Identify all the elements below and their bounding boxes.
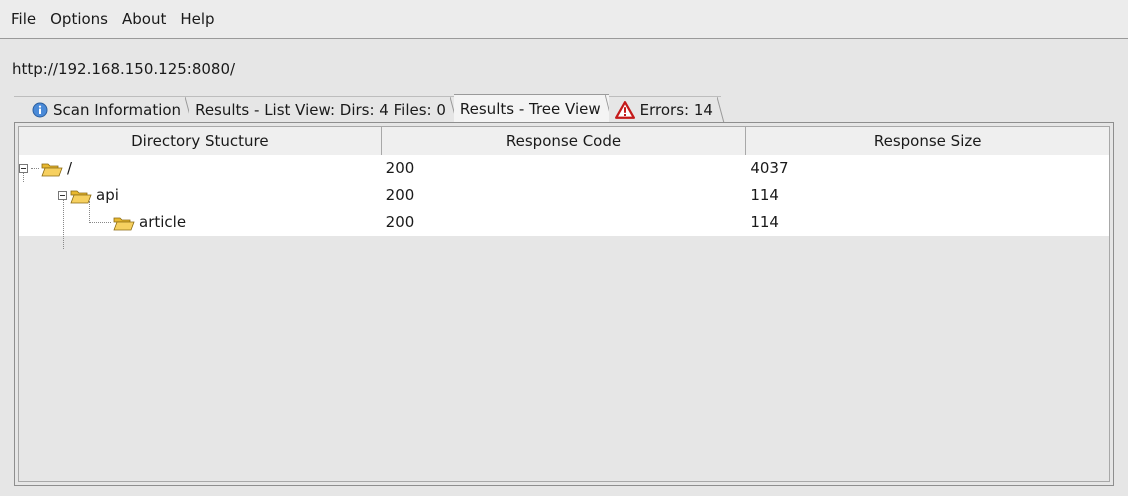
column-header-response-code[interactable]: Response Code [382,127,747,155]
directory-name: / [67,159,73,177]
directory-name: article [139,213,187,231]
tab-bar: Scan Information Results - List View: Di… [14,93,725,123]
response-size-cell: 114 [750,213,779,231]
folder-open-icon [41,163,63,176]
table-row[interactable]: article 200 114 [19,209,1109,236]
tab-results-list-view[interactable]: Results - List View: Dirs: 4 Files: 0 [189,96,458,123]
folder-open-icon [70,190,92,203]
info-icon [32,102,48,118]
tab-label: Errors: 14 [639,101,713,119]
tab-scan-information[interactable]: Scan Information [14,96,193,123]
collapse-toggle-icon[interactable] [19,164,28,173]
response-code-cell: 200 [385,186,415,204]
table-row[interactable]: / 200 4037 [19,155,1109,182]
tab-label: Results - List View: Dirs: 4 Files: 0 [195,101,446,119]
column-header-response-size[interactable]: Response Size [746,127,1109,155]
tree-table: Directory Stucture Response Code Respons… [18,126,1110,482]
tab-results-tree-view[interactable]: Results - Tree View [453,94,612,123]
response-size-cell: 4037 [750,159,789,177]
app-window: File Options About Help http://192.168.1… [0,0,1128,496]
menu-about[interactable]: About [111,0,166,38]
menu-bar: File Options About Help [0,0,1128,39]
menu-help[interactable]: Help [169,0,214,38]
tab-label: Results - Tree View [459,100,601,118]
menu-options[interactable]: Options [39,0,108,38]
tab-label: Scan Information [53,101,182,119]
table-body: / 200 4037 api 200 114 article 200 114 [19,155,1109,249]
collapse-toggle-icon[interactable] [58,191,67,200]
response-code-cell: 200 [385,213,415,231]
folder-open-icon [113,217,135,230]
menu-file[interactable]: File [0,0,36,38]
table-row[interactable]: api 200 114 [19,182,1109,209]
target-url: http://192.168.150.125:8080/ [12,60,236,78]
directory-name: api [96,186,119,204]
response-code-cell: 200 [385,159,415,177]
tab-separator [716,97,725,123]
column-header-directory[interactable]: Directory Stucture [19,127,382,155]
warning-icon [614,101,635,119]
table-header: Directory Stucture Response Code Respons… [19,127,1109,156]
tab-errors[interactable]: Errors: 14 [608,96,725,123]
response-size-cell: 114 [750,186,779,204]
tree-table-panel: Directory Stucture Response Code Respons… [14,122,1114,486]
